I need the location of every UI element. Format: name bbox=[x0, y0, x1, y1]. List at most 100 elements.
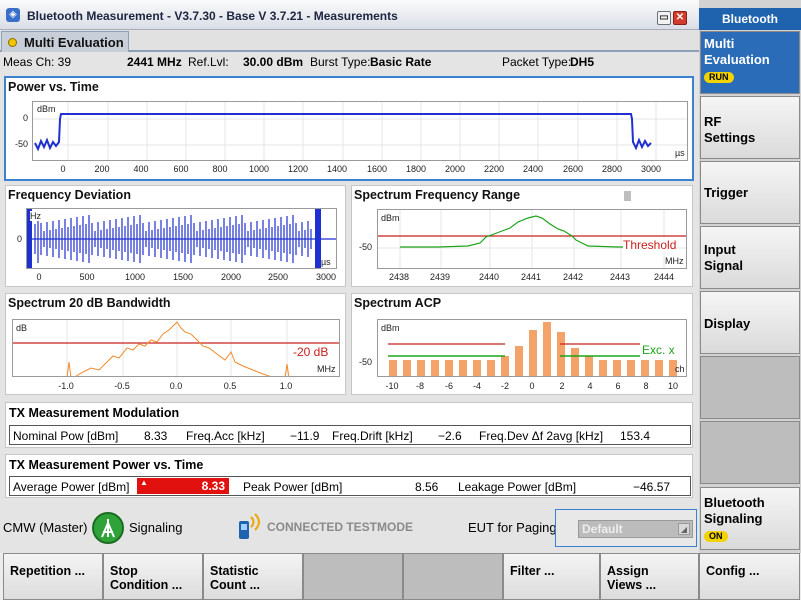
nominal-power-value: 8.33 bbox=[144, 429, 168, 443]
acp-bar bbox=[529, 330, 537, 376]
fdev-x-tick: 3000 bbox=[315, 272, 337, 282]
sidebar-label-1: RF bbox=[704, 114, 722, 129]
fdev-y-unit: Hz bbox=[30, 211, 41, 221]
minimize-button[interactable]: ▭ bbox=[657, 11, 671, 25]
fdev-x-tick: 2500 bbox=[267, 272, 289, 282]
peak-power-label: Peak Power [dBm] bbox=[243, 480, 343, 494]
pvt-x-tick: 2000 bbox=[444, 164, 466, 174]
freq-dev-label: Freq.Dev Δf 2avg [kHz] bbox=[479, 429, 604, 443]
power-vs-time-panel[interactable]: Power vs. Time dBm µs 0 -50 0 200 400 60… bbox=[4, 76, 694, 181]
bw-y-unit: dB bbox=[16, 323, 28, 333]
assign-views-label-1: Assign bbox=[607, 564, 649, 578]
resize-handle-icon[interactable] bbox=[624, 191, 631, 201]
softkey-empty[interactable] bbox=[403, 553, 503, 600]
sidebar-item-bluetooth-signaling[interactable]: Bluetooth Signaling ON bbox=[700, 487, 800, 550]
minus-20db-label: -20 dB bbox=[293, 345, 329, 359]
acp-bar bbox=[627, 360, 635, 376]
acp-x-tick: 10 bbox=[667, 381, 679, 391]
sfr-x-tick: 2439 bbox=[429, 272, 451, 282]
on-badge: ON bbox=[704, 531, 728, 542]
filter-button[interactable]: Filter ... bbox=[503, 553, 600, 600]
status-bar: CMW (Master) Signaling CONNECTED TESTMOD… bbox=[0, 503, 699, 549]
repetition-button[interactable]: Repetition ... bbox=[3, 553, 103, 600]
pvt-x-tick: 2400 bbox=[522, 164, 544, 174]
acp-bar bbox=[599, 360, 607, 376]
sidebar-item-trigger[interactable]: Trigger bbox=[700, 161, 800, 224]
freq-drift-value: −2.6 bbox=[438, 429, 462, 443]
freq-acc-label: Freq.Acc [kHz] bbox=[186, 429, 265, 443]
acp-bar bbox=[557, 332, 565, 376]
statistic-count-button[interactable]: Statistic Count ... bbox=[203, 553, 303, 600]
fdev-x-tick: 2000 bbox=[220, 272, 242, 282]
peak-power-value: 8.56 bbox=[415, 480, 439, 494]
signaling-icon bbox=[92, 512, 124, 544]
eut-paging-select[interactable]: Default ◢ bbox=[555, 509, 697, 547]
pvt-x-tick: 2800 bbox=[601, 164, 623, 174]
acp-bar bbox=[585, 356, 593, 376]
sfr-x-tick: 2443 bbox=[609, 272, 631, 282]
sidebar-item-display[interactable]: Display bbox=[700, 291, 800, 354]
fdev-x-tick: 500 bbox=[79, 272, 95, 282]
acp-bar bbox=[403, 360, 411, 376]
pvt-x-tick: 1600 bbox=[366, 164, 388, 174]
config-button[interactable]: Config ... bbox=[699, 553, 800, 600]
info-bar: Meas Ch: 39 2441 MHz Ref.Lvl: 30.00 dBm … bbox=[0, 54, 699, 71]
packet-type-label: Packet Type: bbox=[502, 55, 572, 69]
statistic-count-label-2: Count ... bbox=[210, 578, 260, 592]
acp-bar bbox=[515, 346, 523, 376]
freq-drift-label: Freq.Drift [kHz] bbox=[332, 429, 413, 443]
sfr-x-unit: MHz bbox=[665, 256, 684, 266]
acp-plot: dBm ch Exc. x bbox=[377, 319, 687, 377]
sfr-plot: dBm MHz Threshold bbox=[377, 209, 687, 269]
pvt-y-tick: 0 bbox=[22, 113, 28, 123]
panel-title: TX Measurement Power vs. Time bbox=[9, 458, 204, 472]
title-bar: ◈ Bluetooth Measurement - V3.7.30 - Base… bbox=[0, 0, 699, 30]
eut-paging-label: EUT for Paging bbox=[468, 520, 557, 535]
acp-x-tick: 0 bbox=[529, 381, 535, 391]
stop-condition-button[interactable]: Stop Condition ... bbox=[103, 553, 203, 600]
acp-bar bbox=[389, 360, 397, 376]
pvt-trace bbox=[33, 102, 687, 160]
close-button[interactable]: ✕ bbox=[673, 11, 687, 25]
spectrum-20db-bandwidth-panel[interactable]: Spectrum 20 dB Bandwidth dB MHz -20 dB -… bbox=[5, 293, 346, 395]
panel-title: Spectrum 20 dB Bandwidth bbox=[8, 296, 171, 310]
arrow-up-icon: ▲ bbox=[140, 478, 148, 487]
pvt-x-tick: 2600 bbox=[562, 164, 584, 174]
signaling-label: Signaling bbox=[129, 520, 183, 535]
tab-multi-evaluation[interactable]: Multi Evaluation bbox=[1, 31, 129, 52]
acp-x-tick: 6 bbox=[615, 381, 621, 391]
sidebar-item-empty[interactable] bbox=[700, 356, 800, 419]
sidebar-item-empty[interactable] bbox=[700, 421, 800, 484]
sidebar-label-1: Input bbox=[704, 242, 736, 257]
acp-x-tick: 2 bbox=[559, 381, 565, 391]
panel-title: Spectrum ACP bbox=[354, 296, 442, 310]
tx-modulation-row: Nominal Pow [dBm] 8.33 Freq.Acc [kHz] −1… bbox=[9, 425, 691, 445]
eut-paging-dropdown[interactable]: Default ◢ bbox=[578, 520, 693, 538]
assign-views-button[interactable]: Assign Views ... bbox=[600, 553, 699, 600]
bw-x-tick: 0.5 bbox=[223, 381, 237, 391]
stop-condition-label-1: Stop bbox=[110, 564, 138, 578]
pvt-x-tick: 1200 bbox=[287, 164, 309, 174]
fdev-x-tick: 0 bbox=[36, 272, 42, 282]
spectrum-frequency-range-panel[interactable]: Spectrum Frequency Range dBm MHz Thresho… bbox=[351, 185, 693, 287]
exc-legend-label: Exc. x bbox=[642, 343, 675, 357]
burst-type-label: Burst Type: bbox=[310, 55, 371, 69]
tx-power-vs-time-panel: TX Measurement Power vs. Time Average Po… bbox=[5, 454, 693, 498]
softkey-empty[interactable] bbox=[303, 553, 403, 600]
sidebar-item-multi-evaluation[interactable]: Multi Evaluation RUN bbox=[700, 31, 800, 94]
tx-power-row: Average Power [dBm] ▲ 8.33 Peak Power [d… bbox=[9, 476, 691, 496]
bw-x-unit: MHz bbox=[317, 364, 336, 374]
sidebar-item-input-signal[interactable]: Input Signal bbox=[700, 226, 800, 289]
leakage-power-label: Leakage Power [dBm] bbox=[458, 480, 577, 494]
frequency-deviation-panel[interactable]: Frequency Deviation Hz µs 0 0 500 1000 1… bbox=[5, 185, 346, 287]
sfr-x-tick: 2442 bbox=[562, 272, 584, 282]
pvt-x-tick: 2200 bbox=[483, 164, 505, 174]
sidebar-item-rf-settings[interactable]: RF Settings bbox=[700, 96, 800, 159]
statistic-count-label-1: Statistic bbox=[210, 564, 259, 578]
logo-icon: ◈ bbox=[6, 8, 20, 22]
chevron-down-icon[interactable]: ◢ bbox=[678, 523, 690, 535]
spectrum-acp-panel[interactable]: Spectrum ACP dBm ch Exc. x -50 -10 -8 -6… bbox=[351, 293, 693, 395]
leakage-power-value: −46.57 bbox=[633, 480, 671, 494]
bw-plot: dB MHz -20 dB bbox=[12, 319, 340, 377]
pvt-x-tick: 1800 bbox=[405, 164, 427, 174]
